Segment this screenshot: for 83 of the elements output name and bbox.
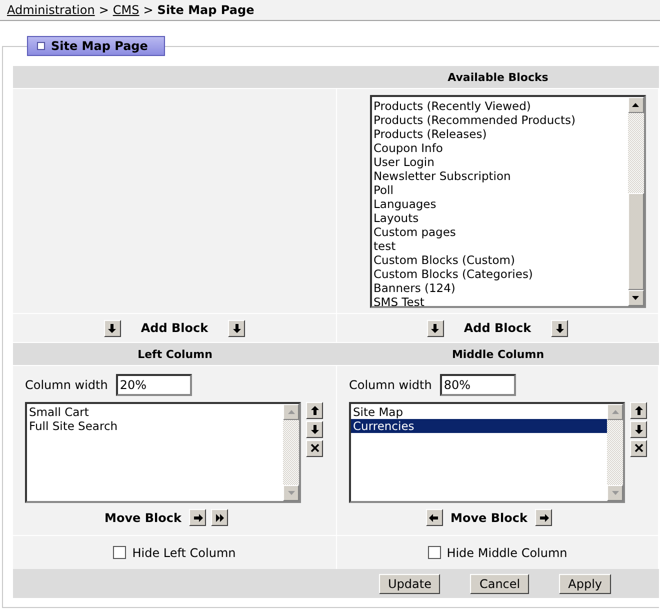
list-item[interactable]: Custom pages: [372, 224, 628, 238]
form-button[interactable]: Apply: [559, 574, 612, 594]
move-block-label: Move Block: [104, 510, 182, 524]
list-item[interactable]: Products (Recently Viewed): [372, 98, 628, 112]
up-triangle-icon: [632, 102, 639, 106]
list-item[interactable]: Small Cart: [27, 405, 283, 419]
checkbox[interactable]: [428, 546, 441, 559]
column-header: Left Column: [13, 342, 337, 365]
left-arrow-icon: [429, 512, 440, 522]
down-arrow-icon: [107, 322, 118, 334]
list-item[interactable]: Products (Recommended Products): [372, 112, 628, 126]
down-triangle-icon: [612, 491, 618, 495]
form-button[interactable]: Cancel: [470, 574, 530, 594]
move-block-label: Move Block: [450, 510, 528, 524]
down-triangle-icon: [632, 296, 639, 300]
list-item[interactable]: Site Map: [351, 405, 607, 419]
move-down-button[interactable]: [306, 421, 323, 438]
add-block-button[interactable]: [228, 320, 246, 336]
breadcrumb-link[interactable]: CMS: [112, 3, 140, 17]
panel-tab[interactable]: Site Map Page: [27, 36, 165, 56]
down-triangle-icon: [288, 491, 294, 495]
scrollbar[interactable]: [283, 404, 299, 501]
list-item[interactable]: Newsletter Subscription: [372, 168, 628, 182]
list-item[interactable]: Poll: [372, 182, 628, 196]
remove-button[interactable]: [306, 440, 323, 457]
column-width-field[interactable]: 20%: [116, 374, 192, 396]
close-icon: [310, 443, 320, 454]
checkbox-label: Hide Middle Column: [446, 546, 568, 560]
move-up-button[interactable]: [630, 402, 647, 419]
list-item[interactable]: Full Site Search: [27, 419, 283, 433]
move-block-button[interactable]: [426, 509, 443, 526]
right-arrow-icon: [192, 512, 203, 522]
field-label: Column width: [349, 378, 432, 392]
double-arrow-icon: [214, 512, 225, 522]
available-blocks-list[interactable]: [370, 94, 646, 308]
column-header: Available Blocks: [337, 65, 659, 88]
scrollbar[interactable]: [628, 96, 644, 306]
remove-button[interactable]: [630, 440, 647, 457]
column-blocks-list[interactable]: Site Map Currencies: [349, 402, 625, 503]
form-button[interactable]: Update: [379, 574, 440, 594]
list-item[interactable]: Banners (124): [372, 280, 628, 294]
up-triangle-icon: [288, 410, 294, 414]
list-item[interactable]: Languages: [372, 196, 628, 210]
column-blocks-list[interactable]: Small Cart Full Site Search: [25, 402, 301, 503]
down-arrow-icon: [554, 322, 565, 334]
list-item[interactable]: Layouts: [372, 210, 628, 224]
list-item[interactable]: Coupon Info: [372, 140, 628, 154]
scrollbar[interactable]: [607, 404, 623, 501]
list-item[interactable]: Custom Blocks (Custom): [372, 252, 628, 266]
move-block-button[interactable]: [189, 509, 206, 526]
list-item[interactable]: Custom Blocks (Categories): [372, 266, 628, 280]
column-width-field[interactable]: 80%: [440, 374, 516, 396]
down-arrow-icon: [232, 322, 242, 334]
list-item[interactable]: Currencies: [351, 419, 607, 433]
down-arrow-icon: [634, 424, 644, 435]
move-down-button[interactable]: [630, 421, 647, 438]
checkbox-label: Hide Left Column: [132, 546, 236, 560]
up-arrow-icon: [634, 405, 644, 416]
list-item[interactable]: test: [372, 238, 628, 252]
down-arrow-icon: [310, 424, 320, 435]
breadcrumb-separator: >: [143, 3, 154, 17]
move-block-button[interactable]: [211, 509, 228, 526]
close-icon: [634, 443, 644, 454]
right-arrow-icon: [538, 512, 549, 522]
add-block-label: Add Block: [140, 321, 208, 335]
field-label: Column width: [25, 378, 108, 392]
list-item[interactable]: User Login: [372, 154, 628, 168]
move-up-button[interactable]: [306, 402, 323, 419]
down-arrow-icon: [430, 322, 440, 334]
add-block-button[interactable]: [551, 320, 568, 336]
add-block-button[interactable]: [426, 320, 444, 336]
column-header: Middle Column: [337, 342, 659, 365]
breadcrumb-current: Site Map Page: [157, 3, 254, 17]
breadcrumb-link[interactable]: Administration: [7, 3, 95, 17]
up-triangle-icon: [612, 410, 618, 414]
up-arrow-icon: [310, 405, 320, 416]
list-item[interactable]: SMS Test: [372, 294, 628, 306]
add-block-button[interactable]: [104, 320, 121, 336]
breadcrumb-separator: >: [98, 3, 109, 17]
list-item[interactable]: Products (Releases): [372, 126, 628, 140]
checkbox[interactable]: [113, 546, 126, 559]
add-block-label: Add Block: [464, 321, 532, 335]
move-block-button[interactable]: [535, 509, 552, 526]
